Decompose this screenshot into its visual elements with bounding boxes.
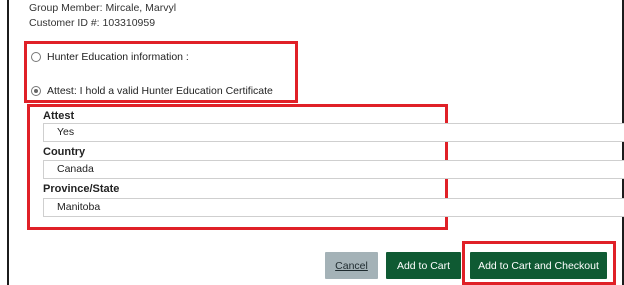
add-to-cart-and-checkout-button[interactable]: Add to Cart and Checkout	[470, 252, 607, 279]
attest-select[interactable]: Yes	[43, 123, 624, 142]
customer-id-text: Customer ID #: 103310959	[29, 17, 156, 29]
radio-attest-certificate-label: Attest: I hold a valid Hunter Education …	[47, 85, 273, 97]
radio-hunter-education-info[interactable]: Hunter Education information :	[31, 51, 189, 63]
radio-checked-icon[interactable]	[31, 86, 41, 96]
attest-label: Attest	[43, 110, 75, 122]
add-to-cart-button[interactable]: Add to Cart	[386, 252, 461, 279]
radio-unchecked-icon[interactable]	[31, 52, 41, 62]
country-select[interactable]: Canada	[43, 160, 624, 179]
radio-attest-certificate[interactable]: Attest: I hold a valid Hunter Education …	[31, 85, 273, 97]
cancel-button[interactable]: Cancel	[325, 252, 378, 279]
country-label: Country	[43, 146, 86, 158]
radio-hunter-education-info-label: Hunter Education information :	[47, 51, 189, 63]
province-select[interactable]: Manitoba	[43, 198, 624, 217]
left-border	[7, 0, 9, 285]
group-member-text: Group Member: Mircale, Marvyl	[29, 2, 177, 14]
province-label: Province/State	[43, 183, 120, 195]
